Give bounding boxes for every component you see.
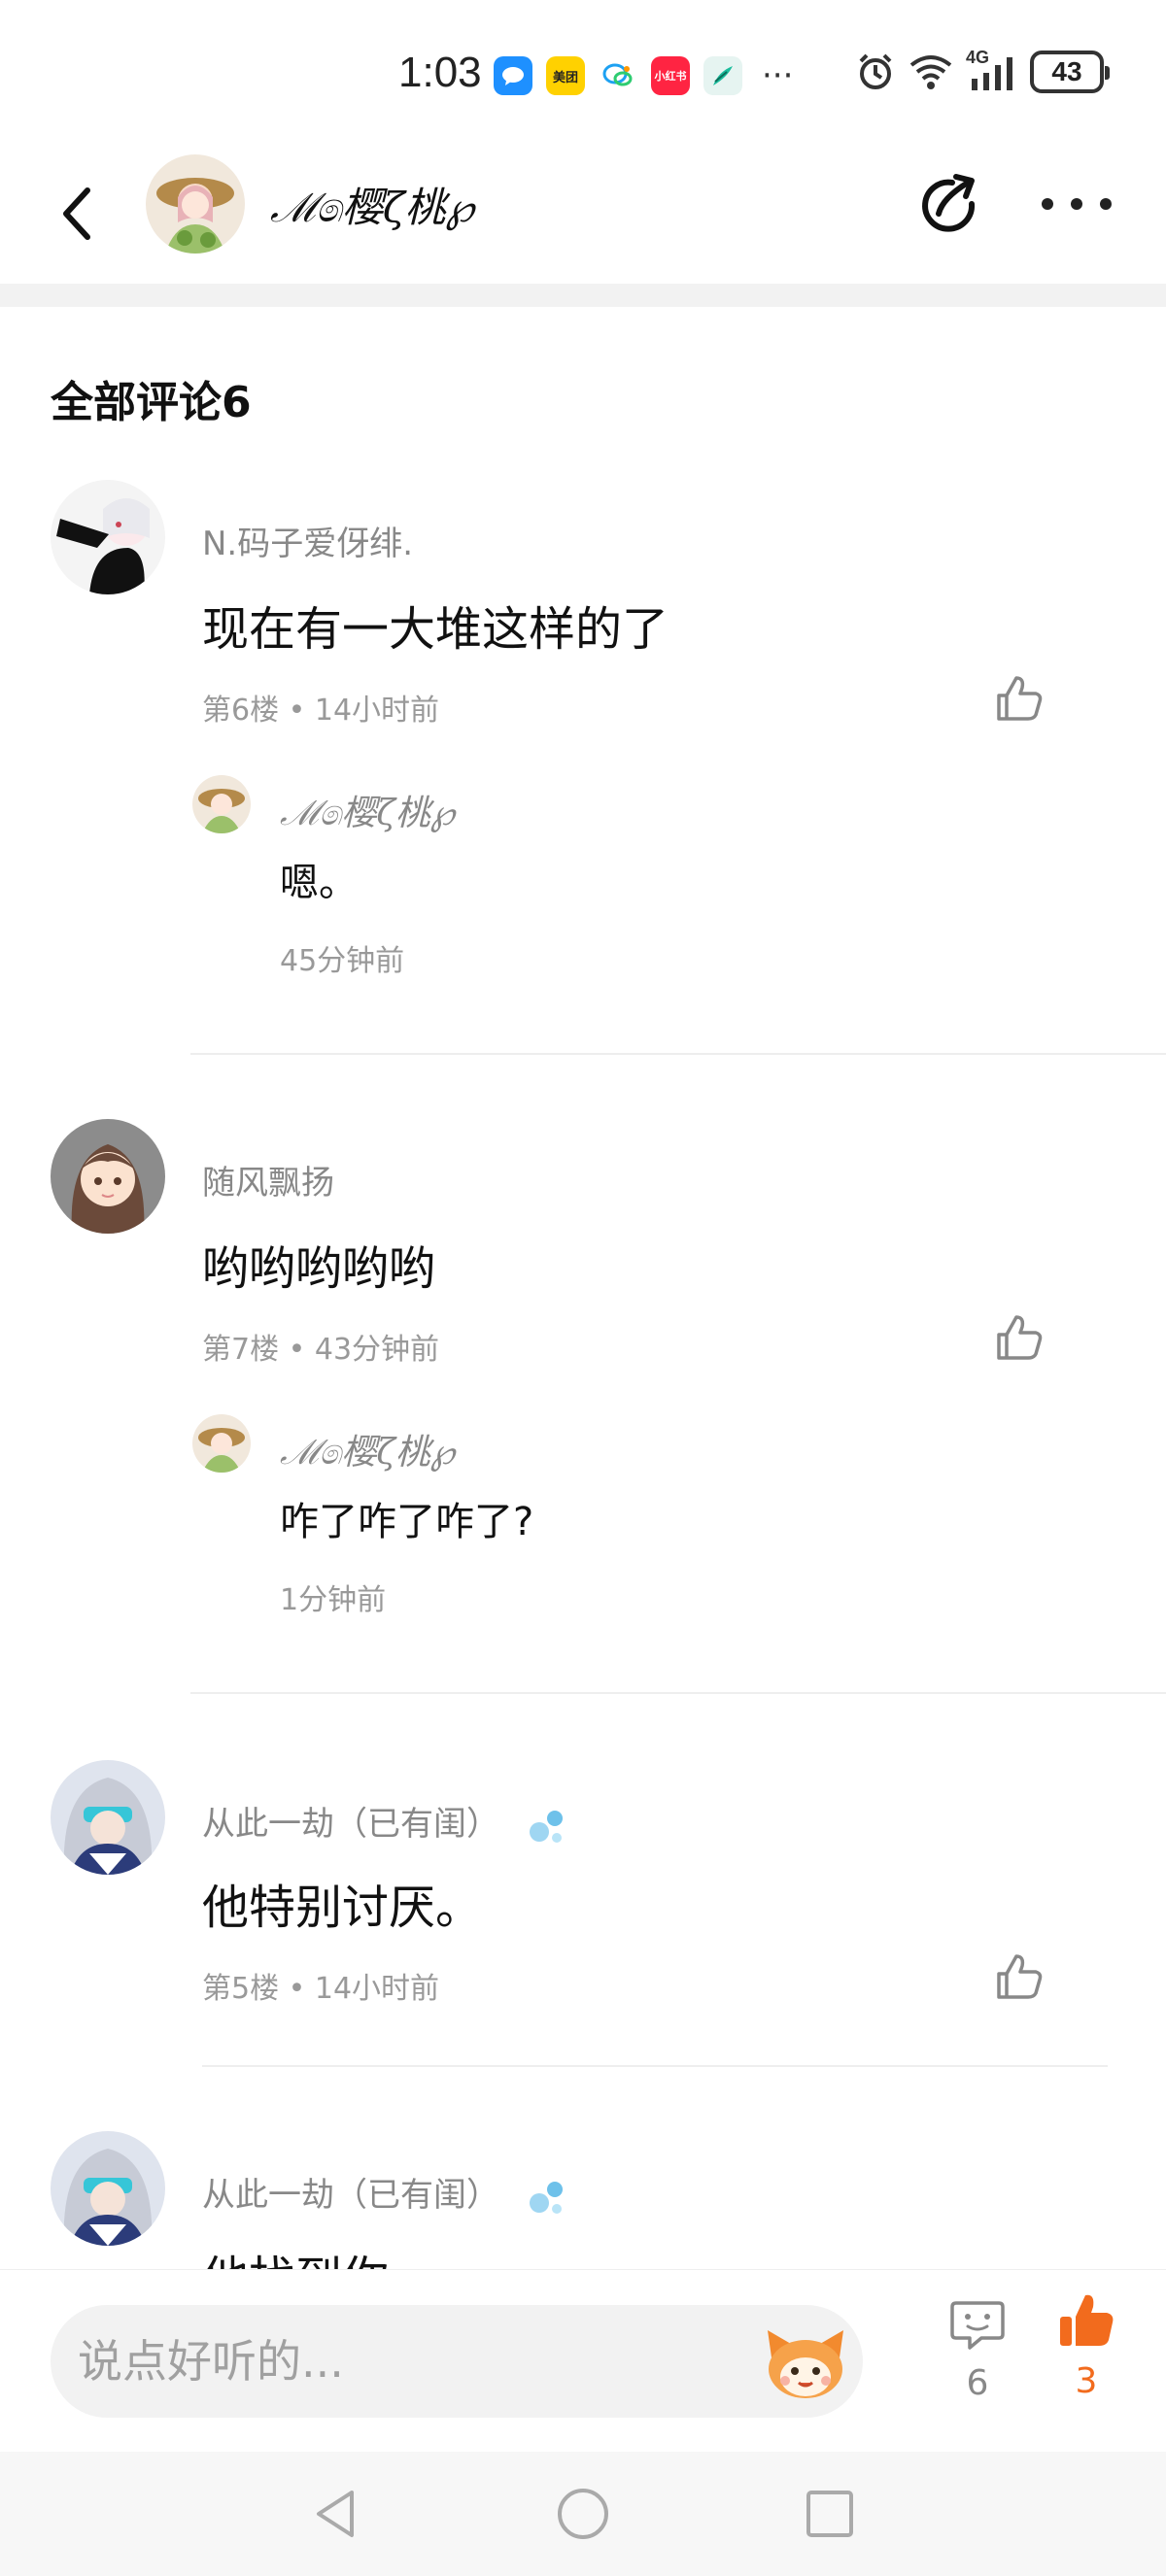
- system-navigation-bar: [0, 2452, 1166, 2576]
- triangle-back-icon: [317, 2491, 354, 2537]
- comment-input-bar: 6 3: [0, 2269, 1166, 2452]
- nav-recents-button[interactable]: [801, 2485, 859, 2543]
- commenter-name[interactable]: 从此一劫（已有闺）: [202, 2168, 568, 2219]
- comment-item: 从此一劫（已有闺） 他找到你: [0, 0, 1166, 2269]
- nav-home-button[interactable]: [554, 2485, 612, 2543]
- commenter-avatar[interactable]: [51, 2131, 165, 2246]
- comments-count-button[interactable]: 6: [941, 2295, 1014, 2431]
- likes-count-button[interactable]: 3: [1049, 2291, 1123, 2427]
- comment-bubble-icon: [950, 2301, 1005, 2350]
- likes-count: 3: [1075, 2361, 1098, 2401]
- circle-home-icon: [558, 2489, 608, 2539]
- comment-text: 他找到你: [202, 2240, 389, 2269]
- comment-input[interactable]: [51, 2305, 863, 2418]
- nav-back-button[interactable]: [307, 2485, 365, 2543]
- thumbs-up-filled-icon: [1060, 2294, 1114, 2346]
- commenter-name-text: 从此一劫（已有闺）: [202, 2176, 499, 2215]
- bubbles-badge-icon: [529, 2181, 563, 2214]
- mascot-emoji-icon[interactable]: [762, 2319, 849, 2406]
- square-recents-icon: [806, 2491, 853, 2537]
- comments-count: 6: [966, 2363, 989, 2403]
